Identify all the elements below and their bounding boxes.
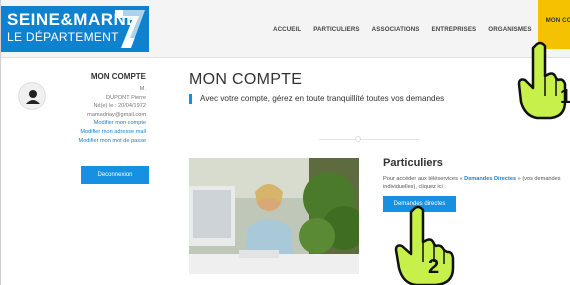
link-modify-password[interactable]: Modifier mon mot de passe — [79, 137, 146, 146]
main-nav: ACCUEIL PARTICULIERS ASSOCIATIONS ENTREP… — [267, 0, 570, 49]
link-modify-email[interactable]: Modifier mon adresse mail — [79, 128, 146, 137]
account-sidebar: MON COMPTE M. DUPONT Pierre Né(e) le : 2… — [8, 64, 149, 184]
nav-associations[interactable]: ASSOCIATIONS — [366, 20, 426, 40]
section-divider — [319, 139, 419, 140]
particuliers-photo — [189, 158, 359, 274]
sidebar-title: MON COMPTE — [90, 72, 146, 81]
user-name: DUPONT Pierre — [106, 94, 146, 101]
user-birthdate: Né(e) le : 20/04/1972 — [93, 103, 146, 110]
demandes-directes-link[interactable]: Demandes Directes — [464, 176, 516, 182]
pointing-hand-icon-2 — [389, 204, 459, 285]
link-modify-account[interactable]: Modifier mon compte — [79, 119, 146, 128]
site-logo[interactable]: SEINE&MARNE LE DÉPARTEMENT — [1, 6, 149, 52]
logout-button[interactable]: Deconnexion — [81, 166, 149, 184]
particuliers-text-before: Pour accéder aux téléservices « — [383, 176, 465, 182]
header-bar: SEINE&MARNE LE DÉPARTEMENT ACCUEIL PARTI… — [1, 0, 570, 58]
step-2-label: 2 — [428, 256, 440, 278]
nav-entreprises[interactable]: ENTREPRISES — [426, 20, 483, 40]
particuliers-description: Pour accéder aux téléservices « Demandes… — [383, 175, 563, 192]
nav-organismes[interactable]: ORGANISMES — [482, 20, 537, 40]
nav-accueil[interactable]: ACCUEIL — [267, 20, 307, 40]
browser-frame: SEINE&MARNE LE DÉPARTEMENT ACCUEIL PARTI… — [0, 0, 570, 285]
divider-dot — [355, 136, 361, 142]
step-1-label: 1 — [560, 86, 570, 109]
sidebar-user-info: M. DUPONT Pierre Né(e) le : 20/04/1972 m… — [79, 85, 146, 145]
logo-seven-77-mark — [115, 10, 145, 48]
user-icon — [26, 90, 40, 104]
particuliers-title: Particuliers — [383, 157, 443, 169]
logo-line2: LE DÉPARTEMENT — [7, 30, 119, 44]
page-subtitle: Avec votre compte, gérez en toute tranqu… — [189, 94, 444, 104]
page-title: MON COMPTE — [189, 71, 303, 88]
nav-particuliers[interactable]: PARTICULIERS — [307, 20, 365, 40]
user-email: mamadriay@gmail.com — [87, 111, 146, 118]
avatar — [18, 82, 46, 110]
user-initial: M. — [139, 86, 146, 92]
